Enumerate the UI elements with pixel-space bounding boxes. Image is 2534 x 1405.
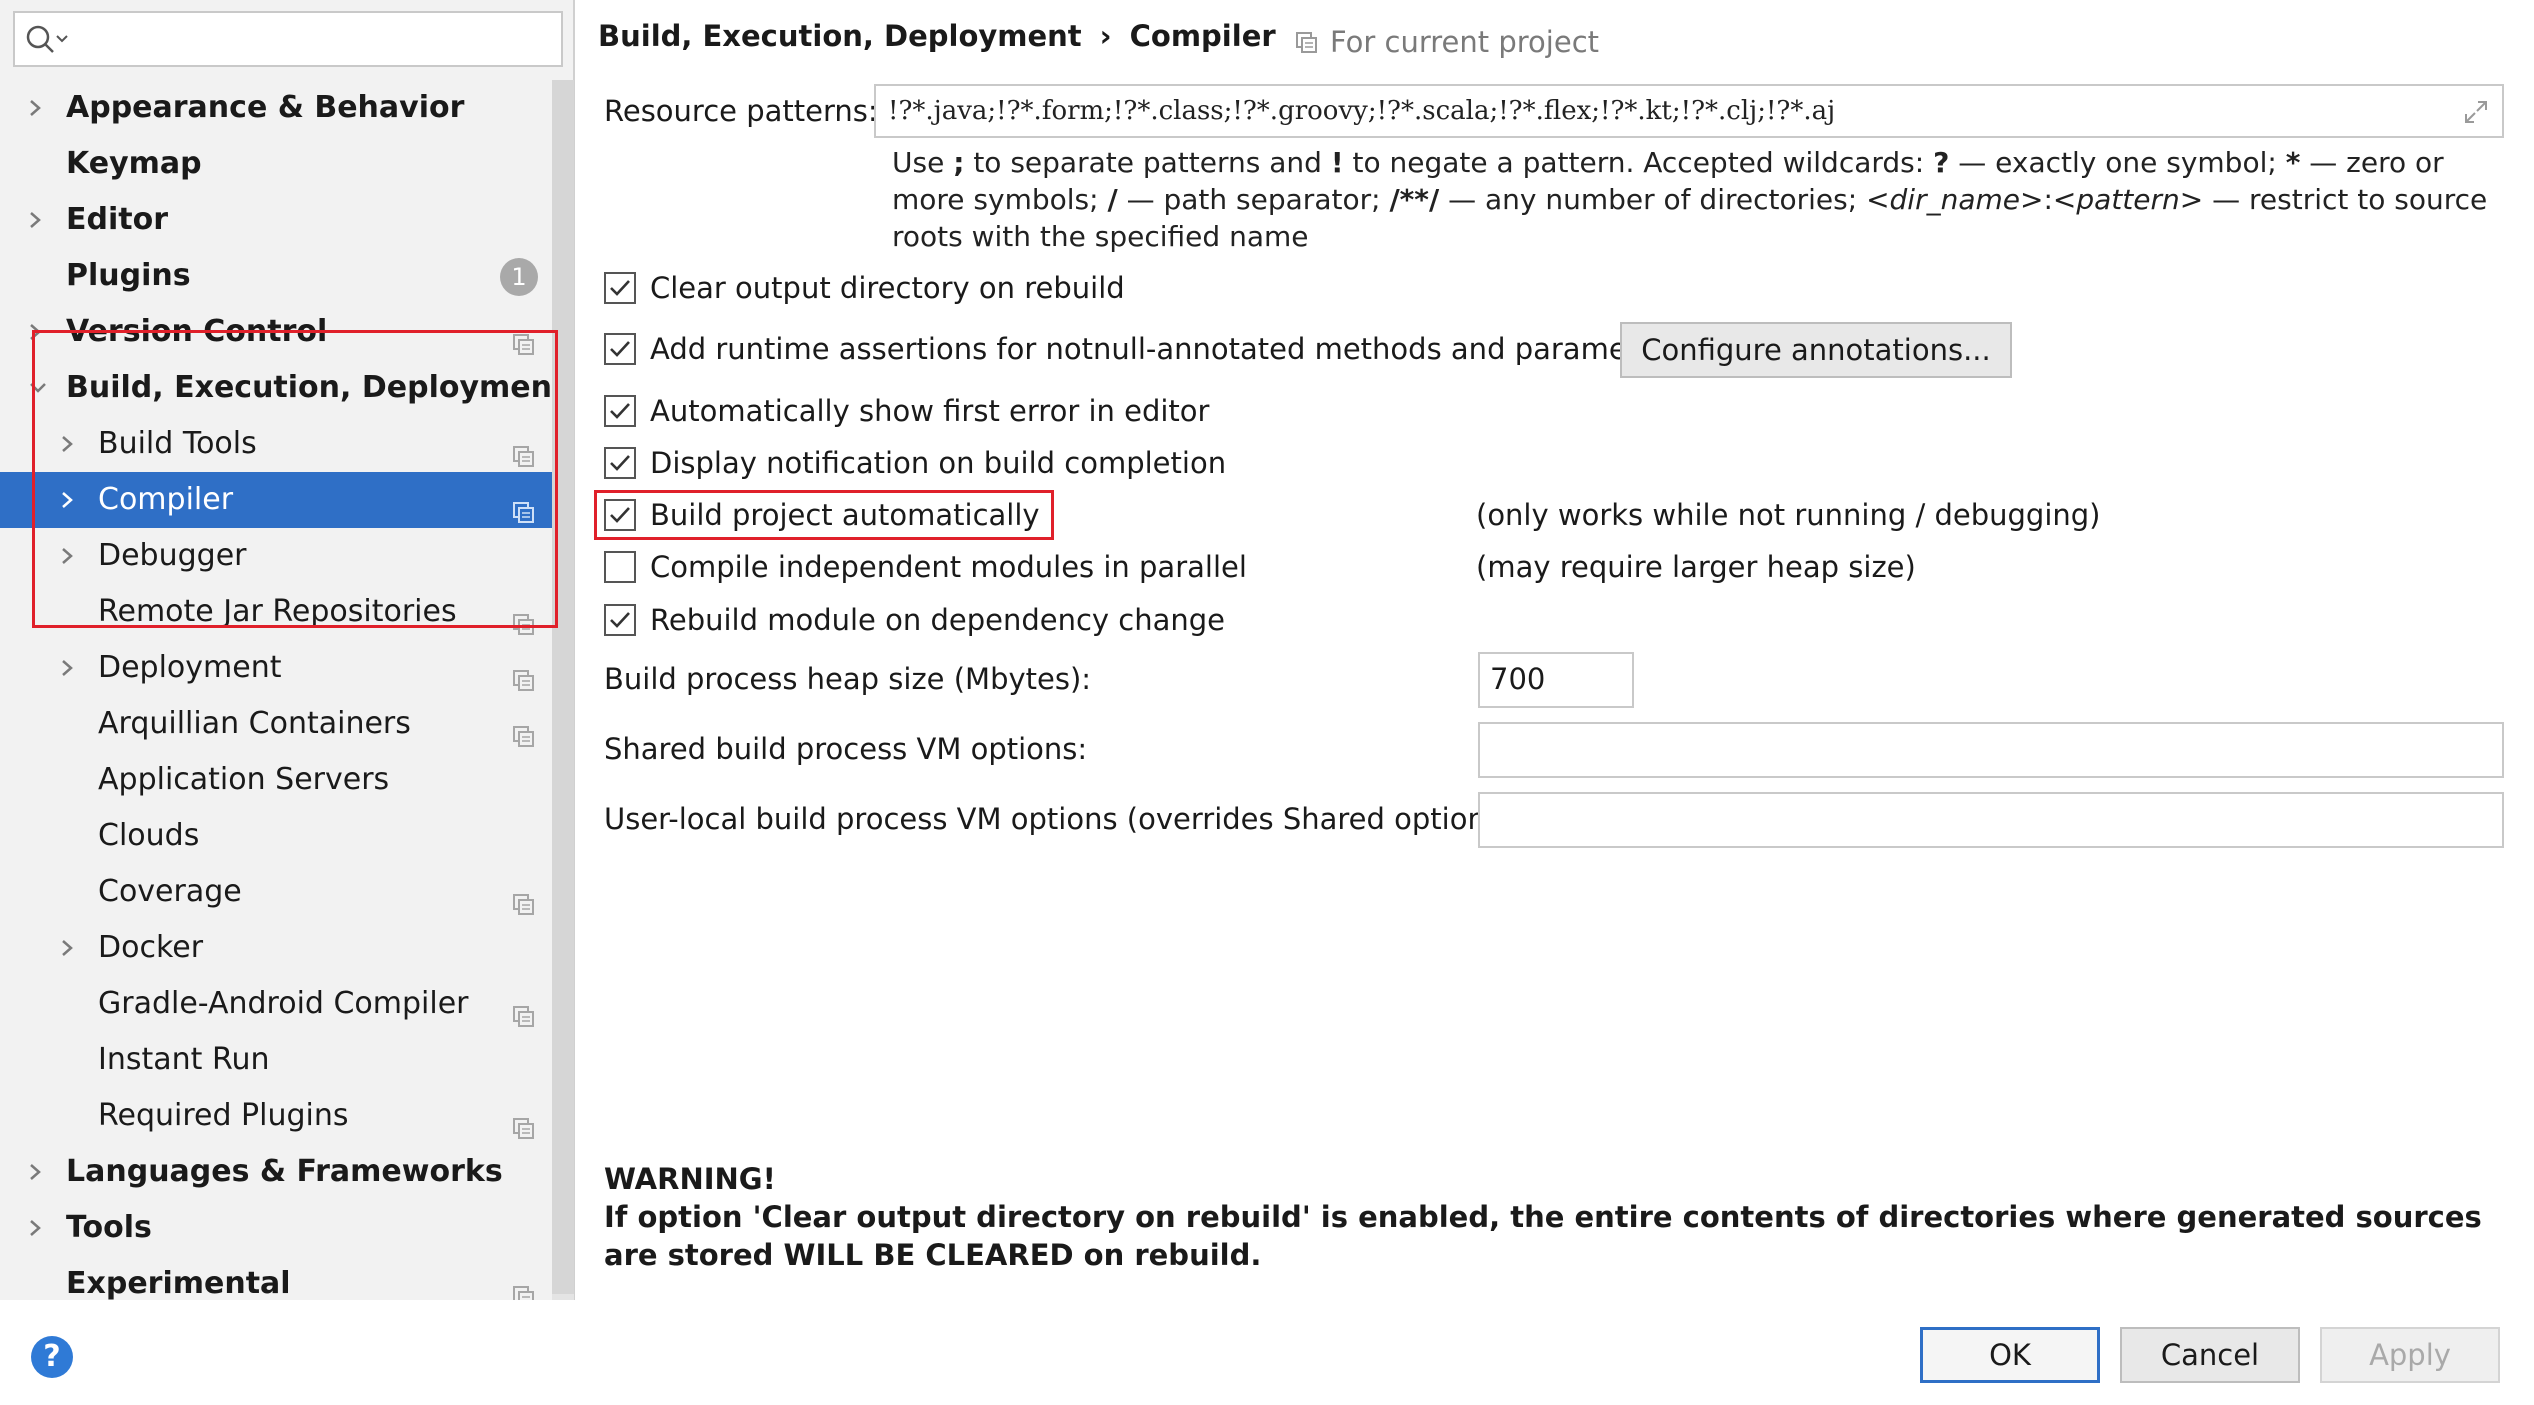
checkmark-icon <box>610 280 630 296</box>
warning-block: WARNING! If option 'Clear output directo… <box>604 1160 2484 1274</box>
checkmark-icon <box>610 403 630 419</box>
checkmark-icon <box>610 612 630 628</box>
parallel-compile-checkbox[interactable] <box>604 551 636 583</box>
resource-patterns-value: !?*.java;!?*.form;!?*.class;!?*.groovy;!… <box>888 96 1836 126</box>
help-button[interactable]: ? <box>31 1336 73 1378</box>
runtime-assertions-checkbox[interactable] <box>604 333 636 365</box>
apply-button[interactable]: Apply <box>2320 1327 2500 1383</box>
cancel-button[interactable]: Cancel <box>2120 1327 2300 1383</box>
resource-patterns-label: Resource patterns: <box>604 94 878 128</box>
resource-patterns-hint: Use ; to separate patterns and ! to nega… <box>892 146 2488 253</box>
resource-patterns-field[interactable]: !?*.java;!?*.form;!?*.class;!?*.groovy;!… <box>874 84 2504 138</box>
compiler-settings-panel: Resource patterns: !?*.java;!?*.form;!?*… <box>0 0 2534 1300</box>
user-vm-options-label: User-local build process VM options (ove… <box>604 802 1523 836</box>
checkmark-icon <box>610 455 630 471</box>
checkmark-icon <box>610 341 630 357</box>
runtime-assertions-label: Add runtime assertions for notnull-annot… <box>650 332 1683 366</box>
ok-button[interactable]: OK <box>1920 1327 2100 1383</box>
show-first-error-label: Automatically show first error in editor <box>650 394 1210 428</box>
build-notification-checkbox[interactable] <box>604 447 636 479</box>
clear-output-checkbox[interactable] <box>604 272 636 304</box>
parallel-compile-label: Compile independent modules in parallel <box>650 550 1247 584</box>
clear-output-label: Clear output directory on rebuild <box>650 271 1125 305</box>
checkmark-icon <box>610 507 630 523</box>
parallel-compile-note: (may require larger heap size) <box>1476 550 1916 584</box>
rebuild-on-dependency-checkbox[interactable] <box>604 604 636 636</box>
heap-size-label: Build process heap size (Mbytes): <box>604 662 1092 696</box>
shared-vm-options-label: Shared build process VM options: <box>604 732 1088 766</box>
show-first-error-checkbox[interactable] <box>604 395 636 427</box>
expand-icon[interactable] <box>2462 98 2490 126</box>
warning-text: If option 'Clear output directory on reb… <box>604 1200 2482 1272</box>
build-notification-label: Display notification on build completion <box>650 446 1227 480</box>
rebuild-on-dependency-label: Rebuild module on dependency change <box>650 603 1226 637</box>
build-automatically-checkbox[interactable] <box>604 499 636 531</box>
heap-size-input[interactable]: 700 <box>1478 652 1634 708</box>
user-vm-options-input[interactable] <box>1478 792 2504 848</box>
warning-title: WARNING! <box>604 1162 776 1196</box>
build-automatically-note: (only works while not running / debuggin… <box>1476 498 2101 532</box>
configure-annotations-button[interactable]: Configure annotations... <box>1620 322 2012 378</box>
shared-vm-options-input[interactable] <box>1478 722 2504 778</box>
build-automatically-label: Build project automatically <box>650 498 1040 532</box>
